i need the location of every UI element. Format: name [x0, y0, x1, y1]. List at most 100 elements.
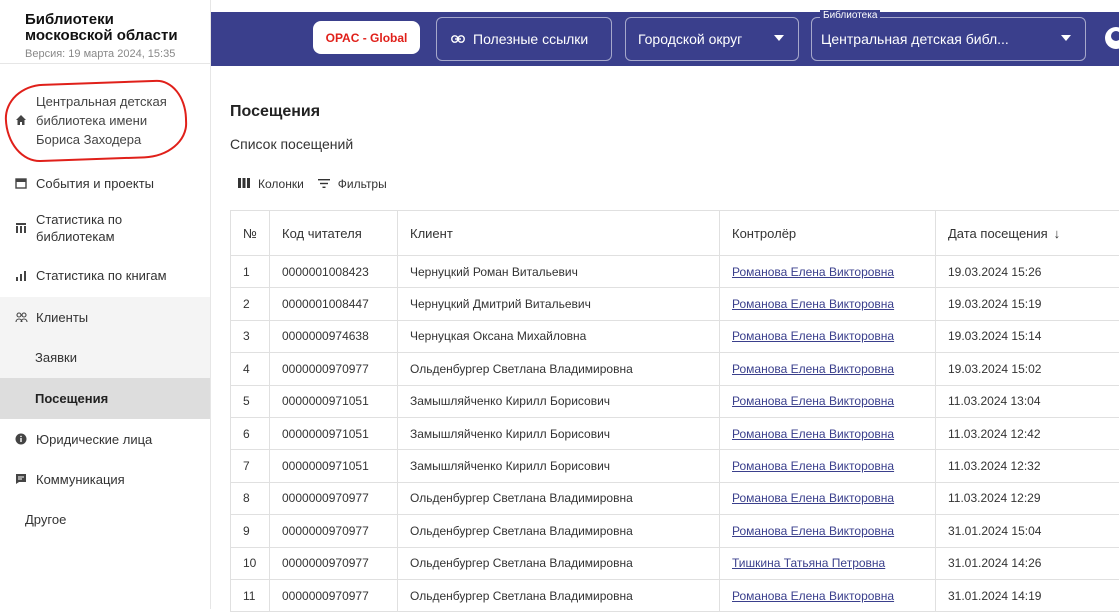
sidebar-item-clients[interactable]: Клиенты	[0, 297, 210, 337]
controller-link[interactable]: Романова Елена Викторовна	[720, 385, 936, 417]
column-header-client[interactable]: Клиент	[398, 211, 720, 256]
sidebar-item-label: Заявки	[35, 350, 77, 365]
sidebar-item-label: Статистика по книгам	[36, 268, 167, 283]
row-number-cell: 10	[231, 547, 270, 579]
people-icon	[14, 310, 28, 324]
controller-link[interactable]: Романова Елена Викторовна	[720, 579, 936, 611]
district-select[interactable]: Городской округ	[625, 17, 799, 61]
table-row[interactable]: 80000000970977Ольденбургер Светлана Влад…	[231, 482, 1119, 514]
sidebar-item-label: Коммуникация	[36, 472, 125, 487]
reader-code-cell: 0000000971051	[270, 385, 398, 417]
visit-date-cell: 11.03.2024 12:29	[936, 482, 1119, 514]
sidebar-item-label: Посещения	[35, 391, 108, 406]
table-row[interactable]: 70000000971051Замышляйченко Кирилл Борис…	[231, 450, 1119, 482]
controller-link[interactable]: Романова Елена Викторовна	[720, 288, 936, 320]
table-row[interactable]: 40000000970977Ольденбургер Светлана Влад…	[231, 353, 1119, 385]
client-cell: Ольденбургер Светлана Владимировна	[398, 579, 720, 611]
client-cell: Ольденбургер Светлана Владимировна	[398, 547, 720, 579]
sidebar-item-other[interactable]: Другое	[0, 499, 210, 539]
chevron-down-icon	[774, 35, 784, 41]
table-row[interactable]: 50000000971051Замышляйченко Кирилл Борис…	[231, 385, 1119, 417]
columns-icon	[238, 177, 250, 191]
sidebar-item-visits[interactable]: Посещения	[0, 378, 210, 419]
row-number-cell: 4	[231, 353, 270, 385]
filter-icon	[318, 177, 330, 191]
brand-title-line2: московской области	[25, 28, 210, 44]
library-select[interactable]: Библиотека Центральная детская библ...	[811, 17, 1086, 61]
column-header-number[interactable]: №	[231, 211, 270, 256]
visit-date-cell: 11.03.2024 12:42	[936, 417, 1119, 449]
columns-button[interactable]: Колонки	[238, 177, 304, 191]
chat-icon	[14, 472, 28, 486]
sidebar-item-book-stats[interactable]: Статистика по книгам	[0, 254, 210, 297]
controller-link[interactable]: Романова Елена Викторовна	[720, 482, 936, 514]
sidebar-item-label: Статистика по библиотекам	[36, 211, 122, 245]
sidebar-library-label: Центральная детская библиотека имени Бор…	[36, 92, 167, 149]
table-row[interactable]: 100000000970977Ольденбургер Светлана Вла…	[231, 547, 1119, 579]
sidebar-item-requests[interactable]: Заявки	[0, 337, 210, 378]
district-select-value: Городской округ	[638, 31, 742, 47]
opac-global-button[interactable]: OPAC - Global	[313, 21, 420, 54]
user-avatar-icon[interactable]	[1105, 27, 1119, 49]
reader-code-cell: 0000000970977	[270, 579, 398, 611]
client-cell: Замышляйченко Кирилл Борисович	[398, 417, 720, 449]
column-header-reader-code[interactable]: Код читателя	[270, 211, 398, 256]
sidebar-item-legal-entities[interactable]: Юридические лица	[0, 419, 210, 459]
controller-link[interactable]: Романова Елена Викторовна	[720, 515, 936, 547]
controller-link[interactable]: Романова Елена Викторовна	[720, 256, 936, 288]
library-select-value: Центральная детская библ...	[821, 31, 1009, 47]
controller-link[interactable]: Романова Елена Викторовна	[720, 417, 936, 449]
page-subtitle: Список посещений	[230, 136, 353, 152]
controller-link[interactable]: Романова Елена Викторовна	[720, 353, 936, 385]
reader-code-cell: 0000000970977	[270, 482, 398, 514]
controller-link[interactable]: Тишкина Татьяна Петровна	[720, 547, 936, 579]
client-cell: Замышляйченко Кирилл Борисович	[398, 385, 720, 417]
table-body: 10000001008423Чернуцкий Роман Витальевич…	[231, 256, 1119, 612]
sidebar-item-label: Юридические лица	[36, 432, 152, 447]
column-header-controller[interactable]: Контролёр	[720, 211, 936, 256]
row-number-cell: 3	[231, 320, 270, 352]
row-number-cell: 1	[231, 256, 270, 288]
page-title: Посещения	[230, 103, 320, 121]
reader-code-cell: 0000000970977	[270, 515, 398, 547]
sidebar-item-label: Клиенты	[36, 310, 88, 325]
table-row[interactable]: 30000000974638Чернуцкая Оксана Михайловн…	[231, 320, 1119, 352]
controller-link[interactable]: Романова Елена Викторовна	[720, 450, 936, 482]
row-number-cell: 7	[231, 450, 270, 482]
brand: Библиотеки московской области Версия: 19…	[0, 0, 210, 64]
visit-date-cell: 19.03.2024 15:02	[936, 353, 1119, 385]
grid-toolbar: Колонки Фильтры	[238, 177, 401, 191]
sidebar-item-communication[interactable]: Коммуникация	[0, 459, 210, 499]
filters-button[interactable]: Фильтры	[318, 177, 387, 191]
reader-code-cell: 0000000974638	[270, 320, 398, 352]
visit-date-cell: 31.01.2024 14:26	[936, 547, 1119, 579]
sidebar: Библиотеки московской области Версия: 19…	[0, 0, 211, 609]
table-row[interactable]: 10000001008423Чернуцкий Роман Витальевич…	[231, 256, 1119, 288]
controller-link[interactable]: Романова Елена Викторовна	[720, 320, 936, 352]
row-number-cell: 11	[231, 579, 270, 611]
useful-links-button[interactable]: Полезные ссылки	[436, 17, 612, 61]
table-row[interactable]: 60000000971051Замышляйченко Кирилл Борис…	[231, 417, 1119, 449]
sidebar-item-label: Другое	[25, 512, 66, 527]
useful-links-label: Полезные ссылки	[473, 31, 588, 47]
reader-code-cell: 0000001008423	[270, 256, 398, 288]
bar-chart-icon	[14, 269, 28, 283]
table-row[interactable]: 90000000970977Ольденбургер Светлана Влад…	[231, 515, 1119, 547]
table-row[interactable]: 110000000970977Ольденбургер Светлана Вла…	[231, 579, 1119, 611]
sidebar-item-library-stats[interactable]: Статистика по библиотекам	[0, 202, 210, 254]
filters-label: Фильтры	[338, 177, 387, 191]
reader-code-cell: 0000000970977	[270, 353, 398, 385]
column-header-visit-date[interactable]: Дата посещения↓	[936, 211, 1119, 256]
app-version: Версия: 19 марта 2024, 15:35	[25, 48, 210, 60]
client-cell: Замышляйченко Кирилл Борисович	[398, 450, 720, 482]
library-line2: библиотека имени	[36, 111, 167, 130]
reader-code-cell: 0000000970977	[270, 547, 398, 579]
table-header-row: № Код читателя Клиент Контролёр Дата пос…	[231, 211, 1119, 256]
visit-date-header-label: Дата посещения	[948, 226, 1048, 241]
label-line1: Статистика по	[36, 211, 122, 228]
table-row[interactable]: 20000001008447Чернуцкий Дмитрий Витальев…	[231, 288, 1119, 320]
sidebar-item-library[interactable]: Центральная детская библиотека имени Бор…	[0, 76, 210, 164]
visit-date-cell: 11.03.2024 12:32	[936, 450, 1119, 482]
sidebar-item-events[interactable]: События и проекты	[0, 164, 210, 202]
chevron-down-icon	[1061, 35, 1071, 41]
